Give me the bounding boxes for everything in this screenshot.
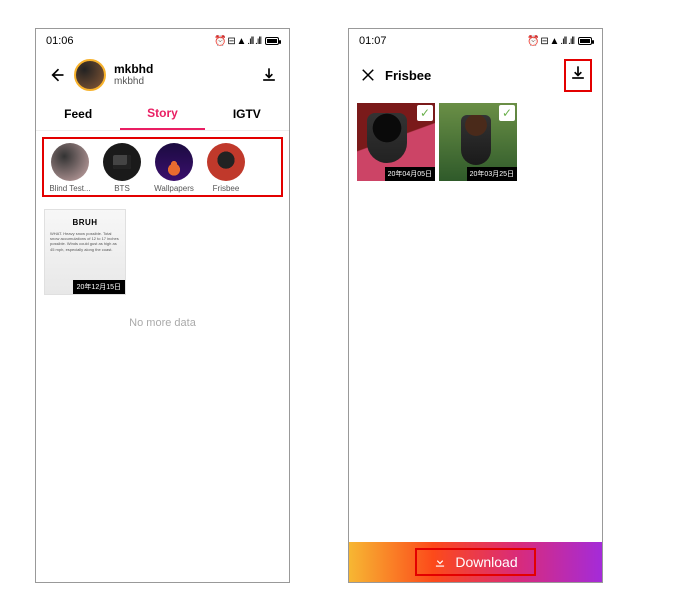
phone-left: 01:06 ⏰ ⊟ ▲ .ıll .ıll mkbhd mkbhd Feed S… [35,28,290,583]
page-title: Frisbee [385,68,431,83]
highlight-bts[interactable]: BTS [100,143,144,193]
highlight-thumb-icon [207,143,245,181]
download-button-label: Download [455,554,517,570]
highlight-blind-test[interactable]: Blind Test... [48,143,92,193]
story-card-body: WHAT. Heavy snow possible. Total snow ac… [45,227,125,256]
tab-story[interactable]: Story [120,97,204,130]
back-icon[interactable] [46,65,66,85]
tab-feed[interactable]: Feed [36,97,120,130]
highlight-label: BTS [100,184,144,193]
tile-date-badge: 20年03月25日 [467,167,517,181]
download-bar: Download [349,542,602,582]
media-grid: ✓ 20年04月05日 ✓ 20年03月25日 [349,97,602,187]
status-bar: 01:07 ⏰ ⊟ ▲ .ıll .ıll [349,29,602,53]
status-icons: ⏰ ⊟ ▲ .ıll .ıll [214,36,279,47]
media-tile[interactable]: ✓ 20年03月25日 [439,103,517,181]
story-card[interactable]: BRUH WHAT. Heavy snow possible. Total sn… [44,209,126,295]
status-bar: 01:06 ⏰ ⊟ ▲ .ıll .ıll [36,29,289,53]
highlight-label: Frisbee [204,184,248,193]
download-button[interactable]: Download [415,548,535,576]
status-time: 01:07 [359,35,387,47]
highlights-row: Blind Test... BTS Wallpapers Frisbee [42,137,283,197]
phone-right: 01:07 ⏰ ⊟ ▲ .ıll .ıll Frisbee ✓ 20年04月05… [348,28,603,583]
story-date-badge: 20年12月15日 [73,280,125,294]
status-time: 01:06 [46,35,74,47]
highlight-thumb-icon [103,143,141,181]
check-icon[interactable]: ✓ [499,105,515,121]
profile-handle: mkbhd [114,76,153,87]
tabs: Feed Story IGTV [36,97,289,131]
battery-icon [265,37,279,45]
download-icon-highlight[interactable] [564,59,592,92]
tab-igtv[interactable]: IGTV [205,97,289,130]
profile-header: mkbhd mkbhd [36,53,289,97]
highlight-label: Wallpapers [152,184,196,193]
highlight-thumb-icon [155,143,193,181]
highlight-label: Blind Test... [48,184,92,193]
download-icon[interactable] [259,65,279,85]
check-icon[interactable]: ✓ [417,105,433,121]
story-card-title: BRUH [45,218,125,227]
highlight-wallpapers[interactable]: Wallpapers [152,143,196,193]
profile-names: mkbhd mkbhd [114,63,153,87]
highlight-frisbee[interactable]: Frisbee [204,143,248,193]
highlight-thumb-icon [51,143,89,181]
battery-icon [578,37,592,45]
close-icon[interactable] [359,66,377,84]
avatar[interactable] [74,59,106,91]
no-more-label: No more data [36,317,289,329]
status-icons: ⏰ ⊟ ▲ .ıll .ıll [527,36,592,47]
selection-header: Frisbee [349,53,602,97]
media-tile[interactable]: ✓ 20年04月05日 [357,103,435,181]
profile-name: mkbhd [114,63,153,76]
tile-date-badge: 20年04月05日 [385,167,435,181]
